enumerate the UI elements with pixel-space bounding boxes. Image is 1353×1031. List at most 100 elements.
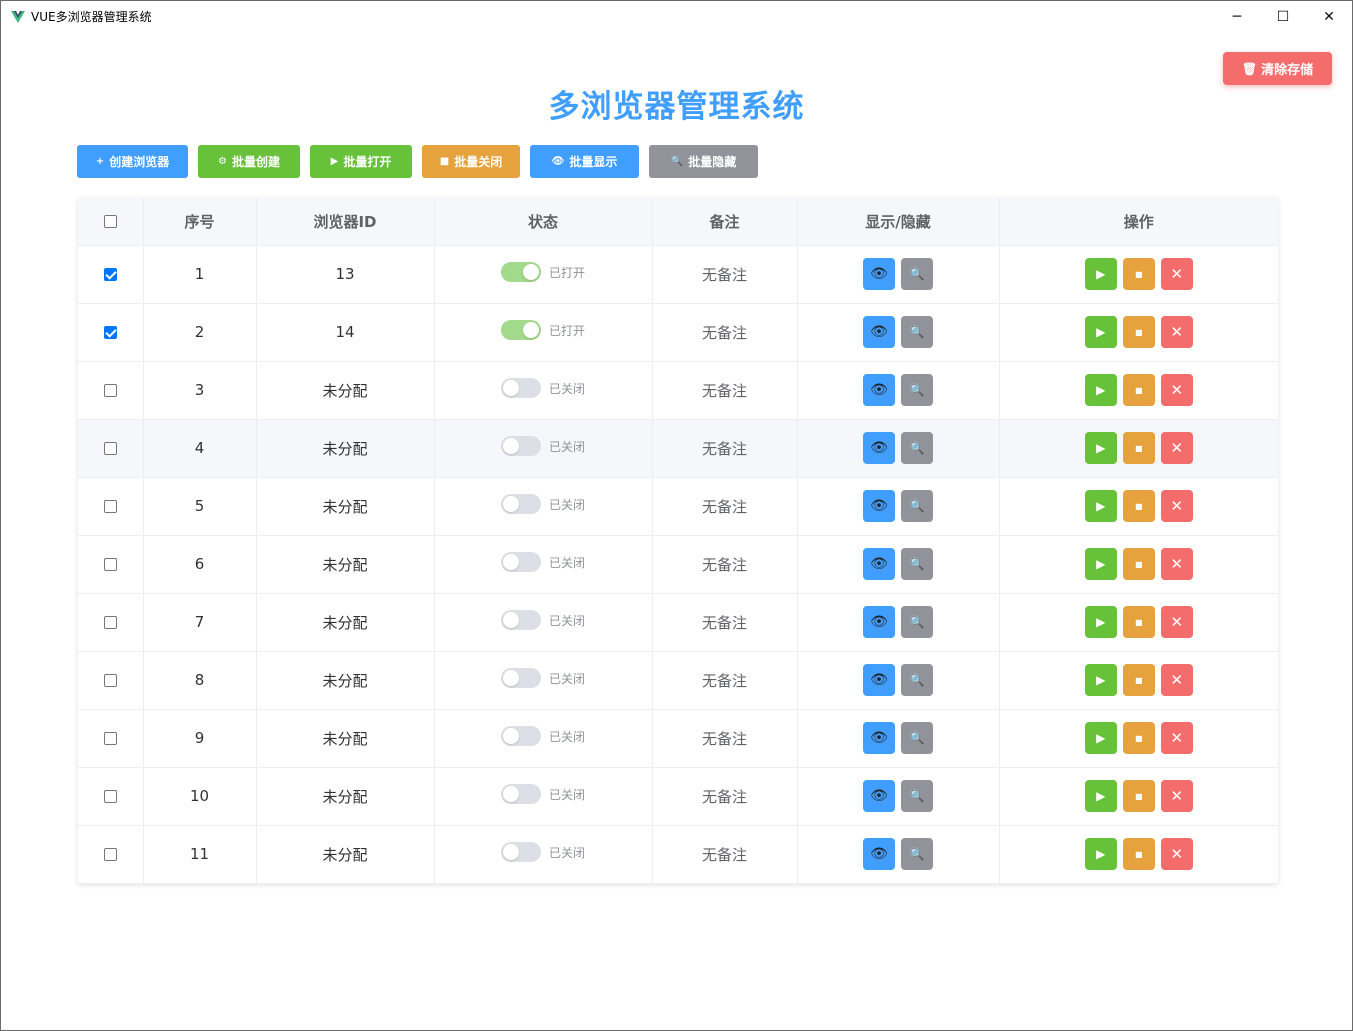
show-button[interactable]: 👁 [863,664,895,696]
show-button[interactable]: 👁 [863,374,895,406]
toolbar-button-1[interactable]: ⚙ 批量创建 [198,145,300,178]
delete-button[interactable]: ✕ [1160,722,1193,754]
delete-button[interactable]: ✕ [1160,432,1193,464]
row-status-cell: 已打开 [434,245,653,304]
hide-button[interactable]: 🔍 [901,316,933,348]
hide-button[interactable]: 🔍 [901,780,933,812]
close-browser-button[interactable]: ■ [1122,838,1155,870]
status-toggle[interactable] [500,726,541,746]
status-toggle[interactable] [500,378,541,398]
close-browser-button[interactable]: ■ [1122,258,1155,290]
open-button[interactable]: ▶ [1084,432,1117,464]
show-button[interactable]: 👁 [863,606,895,638]
row-remark: 无备注 [652,651,798,710]
hide-button[interactable]: 🔍 [901,432,933,464]
hide-button[interactable]: 🔍 [901,606,933,638]
row-browser-id: 未分配 [256,477,435,536]
delete-button[interactable]: ✕ [1160,258,1193,290]
delete-button[interactable]: ✕ [1160,374,1193,406]
hide-button[interactable]: 🔍 [901,374,933,406]
clear-storage-label: 清除存储 [1261,63,1314,78]
open-button[interactable]: ▶ [1084,722,1117,754]
row-checkbox[interactable] [103,674,117,687]
toolbar-button-3[interactable]: ■ 批量关闭 [422,145,520,178]
close-window-button[interactable]: ✕ [1306,1,1352,32]
row-remark: 无备注 [652,477,798,536]
row-checkbox[interactable] [103,384,117,397]
show-button[interactable]: 👁 [863,838,895,870]
open-button[interactable]: ▶ [1084,606,1117,638]
open-button[interactable]: ▶ [1084,664,1117,696]
row-checkbox[interactable] [103,268,117,281]
show-button[interactable]: 👁 [863,432,895,464]
hide-button[interactable]: 🔍 [901,722,933,754]
close-browser-button[interactable]: ■ [1122,432,1155,464]
close-icon: ✕ [1170,381,1184,399]
status-toggle[interactable] [500,668,541,688]
close-browser-button[interactable]: ■ [1122,316,1155,348]
hide-button[interactable]: 🔍 [901,548,933,580]
eye-icon: 👁 [870,556,888,572]
toolbar-button-2[interactable]: ▶ 批量打开 [310,145,412,178]
window-titlebar: VUE多浏览器管理系统 ─ ☐ ✕ [1,1,1352,32]
open-button[interactable]: ▶ [1084,490,1117,522]
select-all-checkbox[interactable] [103,215,117,229]
show-button[interactable]: 👁 [863,722,895,754]
open-button[interactable]: ▶ [1084,258,1117,290]
open-button[interactable]: ▶ [1084,838,1117,870]
delete-button[interactable]: ✕ [1160,316,1193,348]
show-button[interactable]: 👁 [863,316,895,348]
row-checkbox[interactable] [103,500,117,513]
row-checkbox[interactable] [103,848,117,861]
row-checkbox[interactable] [103,790,117,803]
open-button[interactable]: ▶ [1084,374,1117,406]
delete-button[interactable]: ✕ [1160,490,1193,522]
delete-button[interactable]: ✕ [1160,664,1193,696]
toolbar-button-5[interactable]: 🔍 批量隐藏 [649,145,758,178]
row-checkbox[interactable] [103,732,117,745]
row-browser-id: 未分配 [256,361,435,420]
close-browser-button[interactable]: ■ [1122,374,1155,406]
row-checkbox[interactable] [103,616,117,629]
row-actions-cell: ▶ ■ ✕ [999,651,1278,710]
play-icon: ▶ [1096,731,1106,745]
close-browser-button[interactable]: ■ [1122,780,1155,812]
status-toggle[interactable] [500,784,541,804]
open-button[interactable]: ▶ [1084,548,1117,580]
open-button[interactable]: ▶ [1084,316,1117,348]
show-button[interactable]: 👁 [863,780,895,812]
delete-button[interactable]: ✕ [1160,606,1193,638]
status-toggle[interactable] [500,842,541,862]
delete-button[interactable]: ✕ [1160,548,1193,580]
status-toggle[interactable] [500,552,541,572]
status-toggle[interactable] [500,320,541,340]
close-browser-button[interactable]: ■ [1122,664,1155,696]
row-checkbox[interactable] [103,442,117,455]
status-toggle[interactable] [500,610,541,630]
close-browser-button[interactable]: ■ [1122,722,1155,754]
show-button[interactable]: 👁 [863,490,895,522]
hide-button[interactable]: 🔍 [901,664,933,696]
toolbar-button-4[interactable]: 👁 批量显示 [530,145,639,178]
table-row: 10 未分配 已关闭 无备注 👁 🔍 ▶ ■ ✕ [78,767,1278,826]
close-browser-button[interactable]: ■ [1122,490,1155,522]
close-browser-button[interactable]: ■ [1122,548,1155,580]
open-button[interactable]: ▶ [1084,780,1117,812]
hide-button[interactable]: 🔍 [901,838,933,870]
minimize-button[interactable]: ─ [1214,1,1260,32]
table-row: 11 未分配 已关闭 无备注 👁 🔍 ▶ ■ ✕ [78,825,1278,884]
row-checkbox[interactable] [103,326,117,339]
row-checkbox[interactable] [103,558,117,571]
status-toggle[interactable] [500,262,541,282]
show-button[interactable]: 👁 [863,258,895,290]
status-toggle[interactable] [500,436,541,456]
toolbar-button-0[interactable]: + 创建浏览器 [77,145,188,178]
maximize-button[interactable]: ☐ [1260,1,1306,32]
close-browser-button[interactable]: ■ [1122,606,1155,638]
show-button[interactable]: 👁 [863,548,895,580]
delete-button[interactable]: ✕ [1160,838,1193,870]
status-toggle[interactable] [500,494,541,514]
delete-button[interactable]: ✕ [1160,780,1193,812]
hide-button[interactable]: 🔍 [901,490,933,522]
hide-button[interactable]: 🔍 [901,258,933,290]
